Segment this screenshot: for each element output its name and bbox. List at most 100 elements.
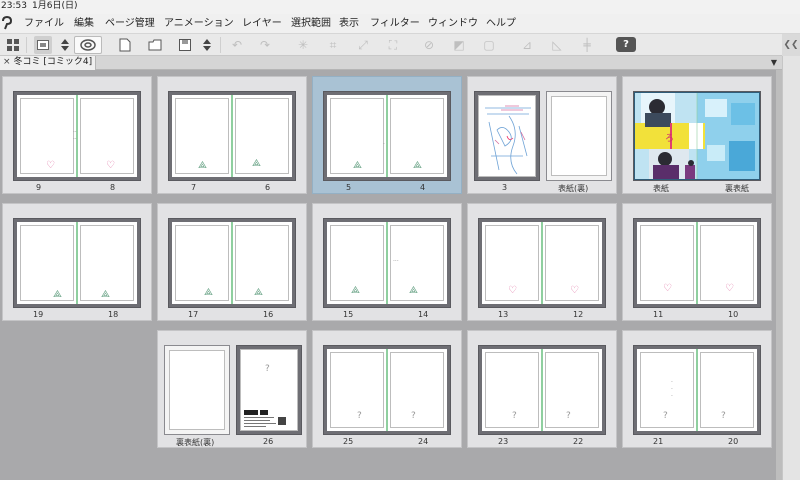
page-16[interactable]: ⟁ [232, 222, 292, 304]
heart-drawing-icon: ♡ [46, 160, 55, 171]
spread-sheet: ♡ ♡ [633, 218, 761, 308]
redo-icon[interactable]: ↷ [256, 36, 274, 54]
spread-25-24[interactable]: ? ? 25 24 [312, 330, 462, 448]
page-number: 26 [263, 437, 274, 446]
spread-13-12[interactable]: ♡ ♡ 13 12 [467, 203, 617, 321]
page-10[interactable]: ♡ [697, 222, 757, 304]
spread-9-8[interactable]: ····· ♡ ♡ 9 8 [2, 76, 152, 194]
menu-selection[interactable]: 選択範囲 [289, 14, 333, 33]
spread-19-18[interactable]: ⟁ ⟁ 19 18 [2, 203, 152, 321]
page-text-scribble: ··· [393, 258, 399, 265]
page-20[interactable]: ? [697, 349, 757, 431]
grid-icon[interactable] [4, 36, 22, 54]
page-18[interactable]: ⟁ [77, 222, 137, 304]
spread-3-cover-back[interactable]: 3 表紙(裏) [467, 76, 617, 194]
open-folder-icon[interactable] [146, 36, 164, 54]
page-4[interactable]: ⟁ [387, 95, 447, 177]
page-26[interactable]: ? [236, 345, 302, 435]
page-12[interactable]: ♡ [542, 222, 602, 304]
page-label: 表紙 [653, 184, 669, 193]
cat-drawing-icon: ⟁ [409, 285, 418, 296]
spread-sheet: ⟁ ⟁ [168, 218, 296, 308]
spread-cover[interactable]: ろ 表紙 裏表紙 [622, 76, 772, 194]
guide-icon[interactable]: ╪ [578, 36, 596, 54]
heart-drawing-icon: ♡ [106, 160, 115, 171]
page-5[interactable]: · ⟁ [327, 95, 387, 177]
page-13[interactable]: ♡ [482, 222, 542, 304]
spread-7-6[interactable]: ⟁ ⟁ 7 6 [157, 76, 307, 194]
page-number: 9 [36, 183, 42, 192]
save-icon[interactable] [176, 36, 194, 54]
page-19[interactable]: ⟁ [17, 222, 77, 304]
page-14[interactable]: ··· ⟁ [387, 222, 447, 304]
app-logo-icon[interactable] [1, 15, 15, 32]
page-21[interactable]: · · · ? [637, 349, 697, 431]
side-dock [782, 56, 800, 480]
tab-menu-icon[interactable]: ▼ [768, 57, 780, 69]
menu-layer[interactable]: レイヤー [240, 14, 284, 33]
clear-icon[interactable]: ⊘ [420, 36, 438, 54]
page-11[interactable]: ♡ [637, 222, 697, 304]
spread-15-14[interactable]: ⟁ ··· ⟁ 15 14 [312, 203, 462, 321]
page-17[interactable]: ⟁ [172, 222, 232, 304]
spiral-icon[interactable] [74, 36, 102, 54]
mask-icon[interactable]: ▢ [480, 36, 498, 54]
page-cover-back-inside[interactable] [546, 91, 612, 181]
menu-file[interactable]: ファイル [22, 14, 66, 33]
undo-icon[interactable]: ↶ [228, 36, 246, 54]
zoom-stepper-icon[interactable] [56, 36, 74, 54]
spread-11-10[interactable]: ♡ ♡ 11 10 [622, 203, 772, 321]
page-22[interactable]: ? [542, 349, 602, 431]
crop-icon[interactable]: ⌗ [324, 36, 342, 54]
page-15[interactable]: ⟁ [327, 222, 387, 304]
page-view-icon[interactable] [34, 36, 52, 54]
page-24[interactable]: ? [387, 349, 447, 431]
ruler-icon[interactable]: ⊿ [518, 36, 536, 54]
menu-view[interactable]: 表示 [337, 14, 361, 33]
page-back-cover-inside[interactable] [164, 345, 230, 435]
spread-sheet: ····· ♡ ♡ [13, 91, 141, 181]
question-drawing-icon: ? [663, 411, 668, 421]
menu-filter[interactable]: フィルター [368, 14, 422, 33]
rotate-icon[interactable]: ⤢ [354, 36, 372, 54]
new-page-icon[interactable] [116, 36, 134, 54]
menu-window[interactable]: ウィンドウ [426, 14, 480, 33]
fill-icon[interactable]: ◩ [450, 36, 468, 54]
document-tab[interactable]: × 冬コミ [コミック4] [0, 56, 97, 70]
spin-icon[interactable]: ✳ [294, 36, 312, 54]
spread-23-22[interactable]: ? ? 23 22 [467, 330, 617, 448]
menu-page-management[interactable]: ページ管理 [103, 14, 157, 33]
spread-5-4-selected[interactable]: · ⟁ ⟁ 5 4 [312, 76, 462, 194]
spread-21-20[interactable]: · · · ? ? 21 20 [622, 330, 772, 448]
menu-edit[interactable]: 編集 [72, 14, 96, 33]
page-number: 4 [420, 183, 426, 192]
collapse-panel-icon[interactable]: ❮❮ [782, 34, 800, 56]
page-6[interactable]: ⟁ [232, 95, 292, 177]
vertical-scrollbar[interactable] [776, 70, 782, 480]
cover-sheet: ろ [633, 91, 761, 181]
page-label: 裏表紙 [725, 184, 749, 193]
clock-time: 23:53 [1, 1, 27, 11]
transform-icon[interactable]: ⛶ [384, 36, 402, 54]
menu-help[interactable]: ヘルプ [484, 14, 518, 33]
sketch-drawing-icon [485, 105, 531, 175]
page-23[interactable]: ? [482, 349, 542, 431]
spread-back-inside-26[interactable]: ? 裏表紙(裏) 26 [157, 330, 307, 448]
spread-sheet: ? ? [478, 345, 606, 435]
menu-animation[interactable]: アニメーション [162, 14, 236, 33]
page-7[interactable]: ⟁ [172, 95, 232, 177]
page-label: 裏表紙(裏) [176, 438, 215, 447]
close-tab-icon[interactable]: × [3, 57, 11, 67]
page-number: 23 [498, 437, 509, 446]
spread-17-16[interactable]: ⟁ ⟁ 17 16 [157, 203, 307, 321]
heart-drawing-icon: ♡ [508, 285, 517, 296]
help-button[interactable]: ? [616, 37, 636, 52]
page-25[interactable]: ? [327, 349, 387, 431]
order-stepper-icon[interactable] [198, 36, 216, 54]
page-9[interactable]: ····· ♡ [17, 95, 77, 177]
page-number: 16 [263, 310, 274, 319]
spread-sheet: ♡ ♡ [478, 218, 606, 308]
perspective-icon[interactable]: ◺ [548, 36, 566, 54]
page-8[interactable]: ♡ [77, 95, 137, 177]
page-3[interactable] [474, 91, 540, 181]
